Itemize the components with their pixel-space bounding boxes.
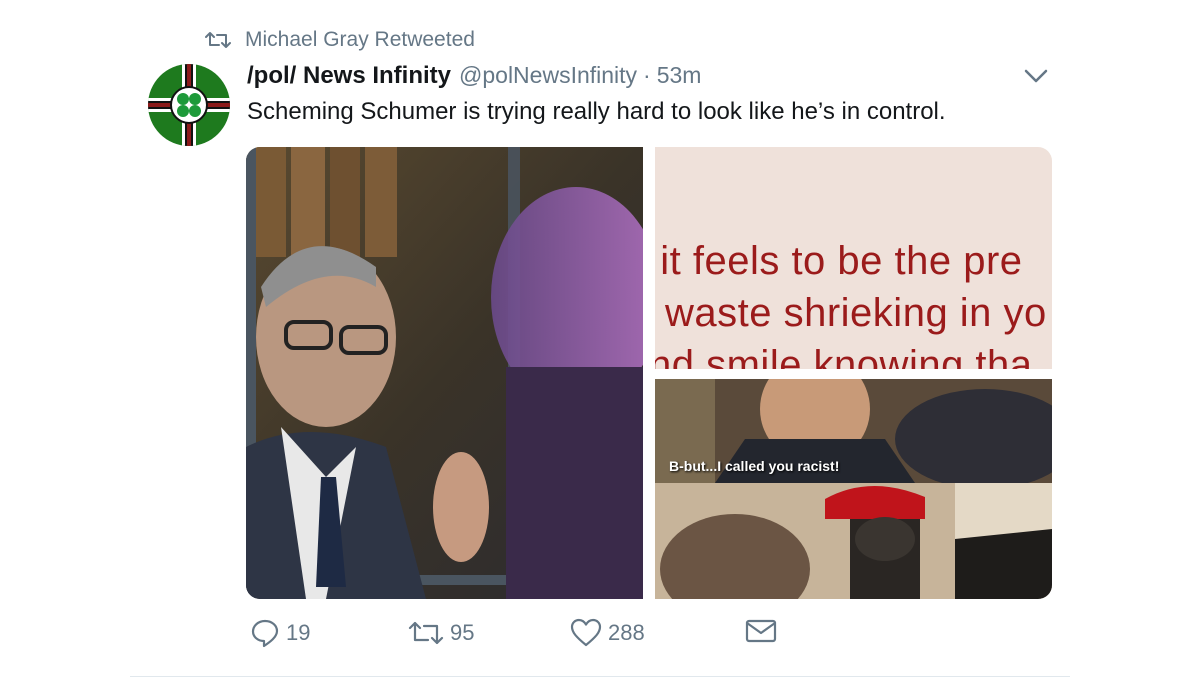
retweet-count: 95 — [450, 620, 475, 645]
separator-dot: · — [643, 62, 651, 88]
retweet-icon — [408, 621, 444, 645]
avatar[interactable] — [148, 64, 230, 146]
display-name[interactable]: /pol/ News Infinity — [247, 62, 451, 90]
meme-caption: B-but...I called you racist! — [669, 458, 840, 474]
envelope-icon — [745, 619, 777, 643]
media-photo-top-right[interactable]: t it feels to be the pre waste shrieking… — [655, 147, 1052, 369]
tweet-header: /pol/ News Infinity @polNewsInfinity · 5… — [247, 62, 701, 94]
user-handle[interactable]: @polNewsInfinity — [459, 62, 637, 89]
meme-text-line-2: waste shrieking in yo — [665, 291, 1047, 335]
timestamp[interactable]: 53m — [657, 62, 702, 89]
media-photo-left[interactable] — [246, 147, 643, 599]
retweet-icon — [205, 32, 231, 48]
media-photo-bottom-right[interactable]: B-but...I called you racist! — [655, 379, 1052, 599]
photo-illustration — [246, 147, 643, 599]
flag-shamrock-avatar — [148, 64, 230, 146]
reply-icon — [251, 619, 279, 648]
retweet-button[interactable]: 95 — [408, 618, 474, 648]
retweet-context[interactable]: Michael Gray Retweeted — [205, 27, 475, 53]
direct-message-button[interactable] — [745, 618, 783, 644]
heart-icon — [570, 618, 602, 647]
reply-button[interactable]: 19 — [250, 618, 310, 648]
chevron-down-icon[interactable] — [1022, 66, 1050, 86]
retweet-context-label: Michael Gray Retweeted — [245, 28, 475, 51]
meme-text-line-3: nd smile knowing tha — [655, 343, 1033, 369]
reply-count: 19 — [286, 620, 311, 645]
meme-text-line-1: t it feels to be the pre — [655, 239, 1023, 283]
like-count: 288 — [608, 620, 645, 645]
tweet-actions: 19 95 288 — [0, 618, 1200, 654]
like-button[interactable]: 288 — [570, 618, 645, 648]
photo-illustration — [655, 379, 1052, 599]
tweet-text: Scheming Schumer is trying really hard t… — [247, 98, 946, 125]
tweet-divider — [130, 676, 1070, 677]
